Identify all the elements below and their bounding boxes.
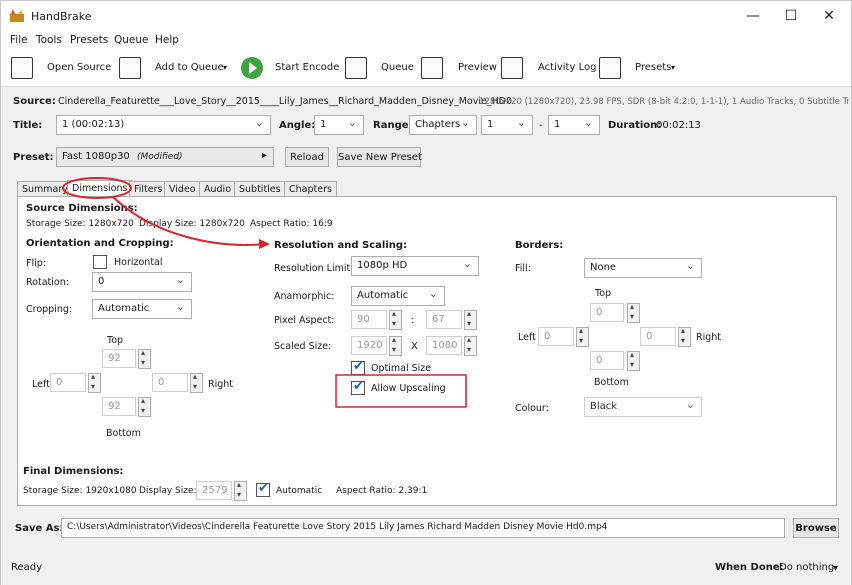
- annotation-arrow: [112, 196, 267, 246]
- dimensions-tab-highlight: [62, 177, 132, 199]
- when-done-value[interactable]: Do nothing: [779, 562, 834, 573]
- handbrake-window: HandBrake — ☐ ✕ File Tools Presets Queue…: [0, 0, 852, 585]
- annotation-arrowhead: [259, 239, 270, 249]
- allow-upscaling-highlight: [335, 374, 467, 408]
- browse-button[interactable]: Browse: [793, 518, 839, 538]
- status-text: Ready: [11, 562, 43, 573]
- save-as-label: Save As:: [15, 523, 64, 534]
- when-done-dropdown-icon[interactable]: ▾: [833, 563, 838, 574]
- save-as-path-input[interactable]: C:\Users\Administrator\Videos\Cinderella…: [61, 518, 785, 538]
- when-done-label: When Done:: [715, 562, 784, 573]
- status-bar: Ready When Done: Do nothing ▾: [1, 553, 851, 585]
- annotation-overlay: [62, 177, 467, 408]
